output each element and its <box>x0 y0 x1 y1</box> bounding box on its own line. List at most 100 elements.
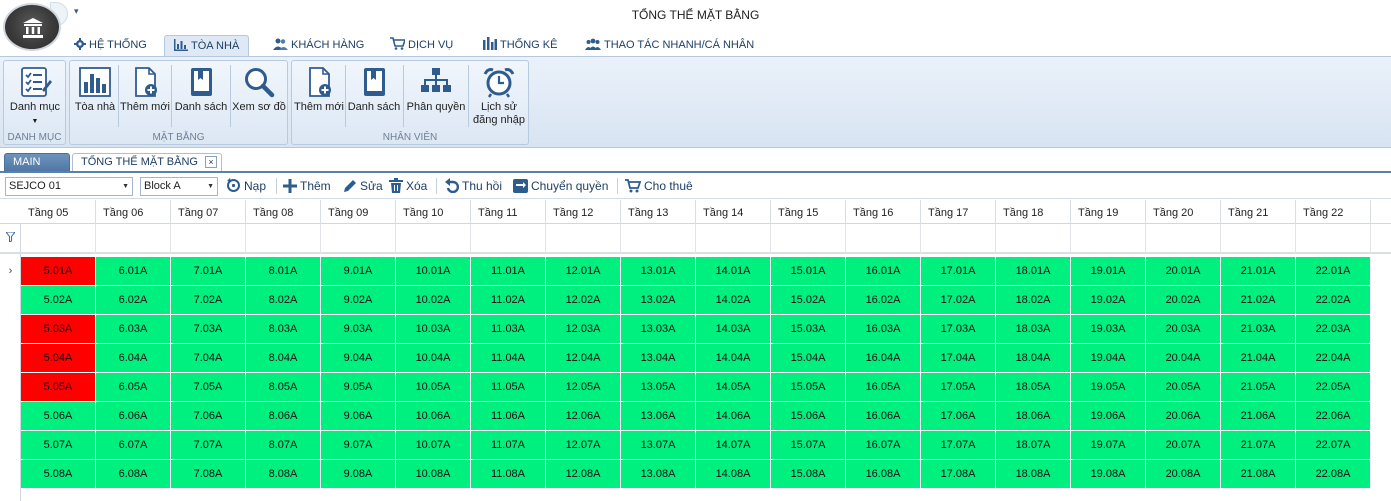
unit-cell-available[interactable]: 7.03A <box>171 315 246 344</box>
them-moi-nhan-vien-button[interactable]: Thêm mới <box>294 63 344 131</box>
unit-cell-available[interactable]: 18.01A <box>996 257 1071 286</box>
unit-cell-available[interactable]: 7.04A <box>171 344 246 373</box>
unit-cell-available[interactable]: 14.08A <box>696 460 771 489</box>
filter-cell[interactable] <box>771 224 846 254</box>
column-header[interactable]: Tầng 10 <box>396 200 471 224</box>
unit-cell-available[interactable]: 14.07A <box>696 431 771 460</box>
column-header[interactable]: Tầng 18 <box>996 200 1071 224</box>
lich-su-dang-nhap-button[interactable]: Lịch sử đăng nhập <box>470 63 528 131</box>
unit-cell-available[interactable]: 10.06A <box>396 402 471 431</box>
table-row[interactable]: 5.04A 6.04A 7.04A 8.04A 9.04A 10.04A 11.04A 12.… <box>0 344 1391 373</box>
unit-cell-available[interactable]: 22.07A <box>1296 431 1371 460</box>
unit-cell-available[interactable]: 8.01A <box>246 257 321 286</box>
application-menu-button[interactable] <box>3 3 61 51</box>
unit-cell-available[interactable]: 6.08A <box>96 460 171 489</box>
unit-cell-available[interactable]: 19.04A <box>1071 344 1146 373</box>
unit-cell-available[interactable]: 13.02A <box>621 286 696 315</box>
row-indicator[interactable] <box>0 373 21 402</box>
unit-cell-available[interactable]: 21.03A <box>1221 315 1296 344</box>
unit-cell-available[interactable]: 11.02A <box>471 286 546 315</box>
unit-cell-available[interactable]: 22.02A <box>1296 286 1371 315</box>
unit-cell-available[interactable]: 20.04A <box>1146 344 1221 373</box>
unit-cell-available[interactable]: 12.07A <box>546 431 621 460</box>
filter-cell[interactable] <box>96 224 171 254</box>
column-header[interactable]: Tầng 12 <box>546 200 621 224</box>
unit-cell-available[interactable]: 21.02A <box>1221 286 1296 315</box>
filter-icon[interactable] <box>4 231 17 245</box>
unit-cell-available[interactable]: 15.04A <box>771 344 846 373</box>
unit-cell-available[interactable]: 15.05A <box>771 373 846 402</box>
column-header[interactable]: Tầng 13 <box>621 200 696 224</box>
table-row[interactable]: › 5.01A 6.01A 7.01A 8.01A 9.01A 10.01A 11.01A 12… <box>0 257 1391 286</box>
unit-cell-available[interactable]: 18.05A <box>996 373 1071 402</box>
unit-cell-available[interactable]: 14.04A <box>696 344 771 373</box>
unit-cell-available[interactable]: 10.04A <box>396 344 471 373</box>
unit-cell-available[interactable]: 6.04A <box>96 344 171 373</box>
close-tab-icon[interactable]: × <box>205 156 217 168</box>
unit-cell-available[interactable]: 16.01A <box>846 257 921 286</box>
column-header[interactable]: Tầng 20 <box>1146 200 1221 224</box>
unit-cell-available[interactable]: 7.06A <box>171 402 246 431</box>
unit-cell-available[interactable]: 21.07A <box>1221 431 1296 460</box>
unit-cell-available[interactable]: 13.03A <box>621 315 696 344</box>
unit-cell-occupied[interactable]: 5.01A <box>21 257 96 286</box>
unit-cell-available[interactable]: 16.04A <box>846 344 921 373</box>
filter-cell[interactable] <box>696 224 771 254</box>
unit-cell-available[interactable]: 18.07A <box>996 431 1071 460</box>
unit-cell-available[interactable]: 11.05A <box>471 373 546 402</box>
unit-cell-available[interactable]: 16.05A <box>846 373 921 402</box>
filter-cell[interactable] <box>21 224 96 254</box>
column-header[interactable]: Tầng 09 <box>321 200 396 224</box>
tab-dich-vu[interactable]: DỊCH VỤ <box>390 35 453 56</box>
row-indicator[interactable] <box>0 402 21 431</box>
unit-cell-available[interactable]: 22.08A <box>1296 460 1371 489</box>
unit-cell-available[interactable]: 7.07A <box>171 431 246 460</box>
unit-cell-available[interactable]: 9.06A <box>321 402 396 431</box>
column-header[interactable]: Tầng 22 <box>1296 200 1371 224</box>
unit-cell-available[interactable]: 11.07A <box>471 431 546 460</box>
unit-cell-available[interactable]: 12.03A <box>546 315 621 344</box>
row-indicator[interactable] <box>0 344 21 373</box>
unit-cell-available[interactable]: 16.07A <box>846 431 921 460</box>
unit-cell-available[interactable]: 19.06A <box>1071 402 1146 431</box>
unit-cell-available[interactable]: 21.04A <box>1221 344 1296 373</box>
unit-cell-available[interactable]: 14.06A <box>696 402 771 431</box>
unit-cell-available[interactable]: 21.06A <box>1221 402 1296 431</box>
unit-cell-available[interactable]: 13.06A <box>621 402 696 431</box>
unit-cell-available[interactable]: 8.06A <box>246 402 321 431</box>
unit-cell-available[interactable]: 12.04A <box>546 344 621 373</box>
unit-cell-available[interactable]: 9.01A <box>321 257 396 286</box>
unit-cell-available[interactable]: 8.08A <box>246 460 321 489</box>
unit-cell-available[interactable]: 6.05A <box>96 373 171 402</box>
tab-he-thong[interactable]: HỆ THỐNG <box>74 35 147 56</box>
unit-cell-available[interactable]: 22.01A <box>1296 257 1371 286</box>
unit-cell-available[interactable]: 6.03A <box>96 315 171 344</box>
unit-cell-available[interactable]: 22.04A <box>1296 344 1371 373</box>
unit-cell-available[interactable]: 10.03A <box>396 315 471 344</box>
table-row[interactable]: 5.03A 6.03A 7.03A 8.03A 9.03A 10.03A 11.03A 12.… <box>0 315 1391 344</box>
cho-thue-button[interactable]: Cho thuê <box>625 178 693 196</box>
unit-cell-available[interactable]: 17.08A <box>921 460 996 489</box>
unit-cell-available[interactable]: 18.02A <box>996 286 1071 315</box>
unit-cell-available[interactable]: 21.01A <box>1221 257 1296 286</box>
unit-cell-available[interactable]: 22.03A <box>1296 315 1371 344</box>
unit-cell-available[interactable]: 5.06A <box>21 402 96 431</box>
auto-filter-row[interactable] <box>0 224 1391 254</box>
unit-cell-available[interactable]: 20.06A <box>1146 402 1221 431</box>
unit-cell-available[interactable]: 17.02A <box>921 286 996 315</box>
unit-cell-available[interactable]: 7.02A <box>171 286 246 315</box>
column-header[interactable]: Tầng 17 <box>921 200 996 224</box>
unit-cell-available[interactable]: 6.07A <box>96 431 171 460</box>
unit-cell-available[interactable]: 17.06A <box>921 402 996 431</box>
filter-cell[interactable] <box>321 224 396 254</box>
tab-thao-tac-nhanh[interactable]: THAO TÁC NHANH/CÁ NHÂN <box>585 35 754 56</box>
unit-cell-available[interactable]: 16.03A <box>846 315 921 344</box>
unit-cell-available[interactable]: 5.07A <box>21 431 96 460</box>
project-select[interactable]: SEJCO 01 ▼ <box>5 177 133 196</box>
block-select[interactable]: Block A ▼ <box>140 177 218 196</box>
unit-cell-available[interactable]: 20.02A <box>1146 286 1221 315</box>
unit-cell-available[interactable]: 12.02A <box>546 286 621 315</box>
unit-cell-available[interactable]: 6.06A <box>96 402 171 431</box>
danh-sach-mat-bang-button[interactable]: Danh sách <box>173 63 229 131</box>
column-header[interactable]: Tầng 14 <box>696 200 771 224</box>
